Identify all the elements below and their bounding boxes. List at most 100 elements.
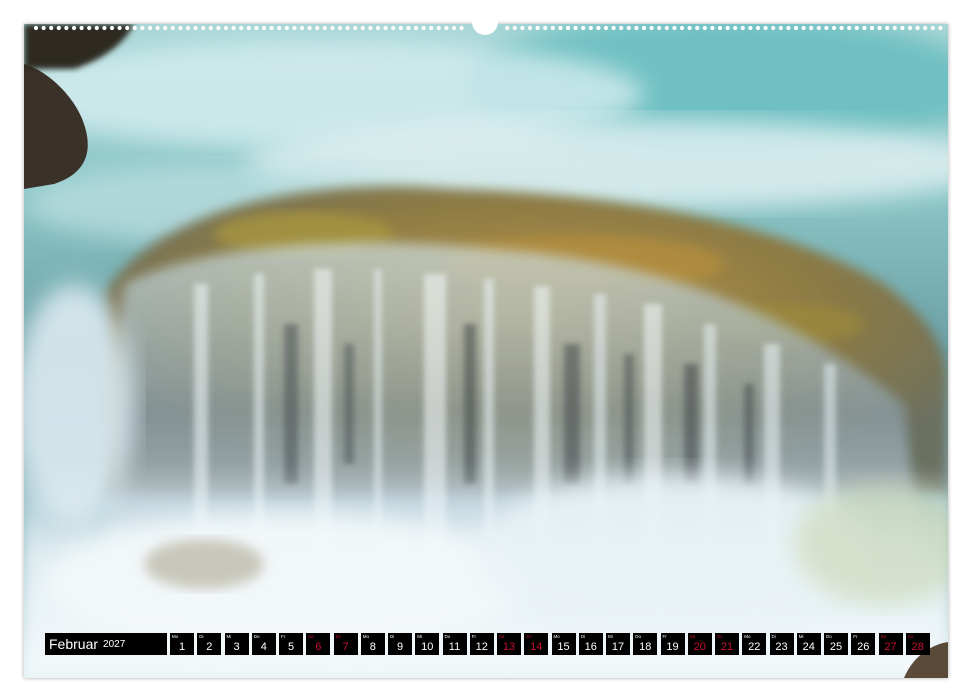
binding-dot (839, 25, 844, 31)
day-number: 12 (475, 641, 488, 653)
day-number: 20 (693, 641, 706, 653)
binding-dot (375, 25, 381, 31)
day-abbr: Mo (172, 634, 179, 639)
binding-dot (543, 25, 548, 31)
binding-dot (626, 25, 631, 31)
binding-dot (831, 25, 837, 31)
binding-dot (771, 25, 776, 31)
binding-dot (565, 25, 571, 31)
day-cell: Di 2 (197, 633, 222, 655)
binding-dot (581, 25, 586, 31)
day-cell: Do 18 (633, 633, 658, 655)
day-cell: Mi 3 (224, 633, 249, 655)
day-number: 24 (802, 641, 815, 653)
binding-dot (102, 25, 107, 31)
day-number: 22 (748, 641, 761, 653)
binding-dot (193, 25, 198, 31)
binding-dot (505, 25, 510, 31)
binding-dot (793, 25, 799, 31)
binding-dot (596, 25, 601, 31)
binding-dot (755, 25, 761, 31)
binding-dot (451, 25, 457, 31)
day-number: 4 (260, 641, 267, 653)
day-abbr: Mo (553, 634, 560, 639)
day-number: 18 (639, 641, 652, 653)
day-abbr: So (335, 634, 342, 639)
day-cell: So 14 (524, 633, 549, 655)
binding-dot (231, 25, 236, 31)
day-number: 5 (287, 641, 295, 653)
binding-dot (269, 25, 274, 31)
binding-dot (892, 25, 897, 31)
calendar-page: Februar 2027 Mo 1 Di 2 Mi 3 Do 4 Fr 5 Sa 6 So 7 Mo 8 Di 9… (0, 0, 971, 700)
month-name: Februar (49, 636, 99, 652)
calendar-strip: Februar 2027 Mo 1 Di 2 Mi 3 Do 4 Fr 5 Sa 6 So 7 Mo 8 Di 9… (45, 633, 933, 655)
day-number: 8 (369, 641, 376, 653)
day-number: 2 (206, 641, 213, 653)
binding-dot (664, 25, 669, 31)
binding-dot (869, 25, 875, 31)
day-number: 27 (884, 641, 897, 653)
day-number: 1 (178, 641, 186, 653)
binding-dot (64, 25, 69, 31)
binding-dot (725, 25, 730, 31)
day-abbr: So (526, 634, 532, 639)
day-number: 26 (857, 641, 870, 653)
binding-dot (588, 25, 593, 31)
day-number: 19 (666, 641, 679, 653)
day-abbr: Sa (689, 634, 696, 639)
day-cell: So 21 (715, 633, 739, 655)
binding-dot (603, 25, 609, 31)
day-abbr: Di (771, 634, 776, 639)
binding-dot (368, 25, 373, 31)
binding-dot (907, 25, 913, 31)
binding-dot (679, 25, 685, 31)
day-number: 3 (233, 641, 240, 653)
binding-dot (41, 25, 46, 31)
waterfall-image (24, 24, 948, 678)
binding-dot (155, 25, 160, 31)
day-abbr: Sa (308, 634, 314, 639)
day-cell: Do 4 (251, 633, 276, 655)
binding-dot (353, 25, 358, 31)
binding-dot (824, 25, 829, 31)
day-cell: Mo 22 (742, 633, 767, 655)
day-cell: Mi 17 (606, 633, 630, 655)
binding-dot (641, 25, 647, 31)
binding-dot (117, 25, 122, 31)
day-cell: Mi 24 (796, 633, 821, 655)
binding-dot (877, 25, 882, 31)
day-number: 6 (315, 641, 322, 653)
binding-dot (429, 25, 434, 31)
binding-dot (246, 25, 251, 31)
binding-dot (459, 25, 464, 31)
day-number: 9 (396, 641, 404, 653)
binding-dot (109, 25, 115, 31)
binding-dot (49, 25, 54, 31)
binding-dot (178, 25, 183, 31)
binding-dot (284, 25, 289, 31)
day-abbr: Di (199, 634, 204, 639)
binding-dot (847, 25, 852, 31)
day-cell: Di 23 (769, 633, 794, 655)
day-cell: Mo 8 (360, 633, 385, 655)
day-abbr: Do (826, 634, 832, 639)
binding-dot (733, 25, 738, 31)
day-cell: Sa 20 (687, 633, 712, 655)
day-abbr: Mo (744, 634, 751, 639)
day-number: 25 (829, 641, 843, 653)
binding-dot (611, 25, 616, 31)
binding-dot (140, 25, 145, 31)
binding-dot (649, 25, 654, 31)
day-number: 11 (448, 641, 461, 653)
day-cell: Fr 19 (660, 633, 685, 655)
binding-dot (125, 25, 130, 31)
binding-dot (216, 25, 221, 31)
binding-dot (710, 25, 715, 31)
binding-dot (239, 25, 244, 31)
binding-dot (79, 25, 84, 31)
binding-dot (147, 25, 153, 31)
day-abbr: Mi (798, 634, 804, 639)
binding-dot (717, 25, 723, 31)
binding-dot (573, 25, 578, 31)
